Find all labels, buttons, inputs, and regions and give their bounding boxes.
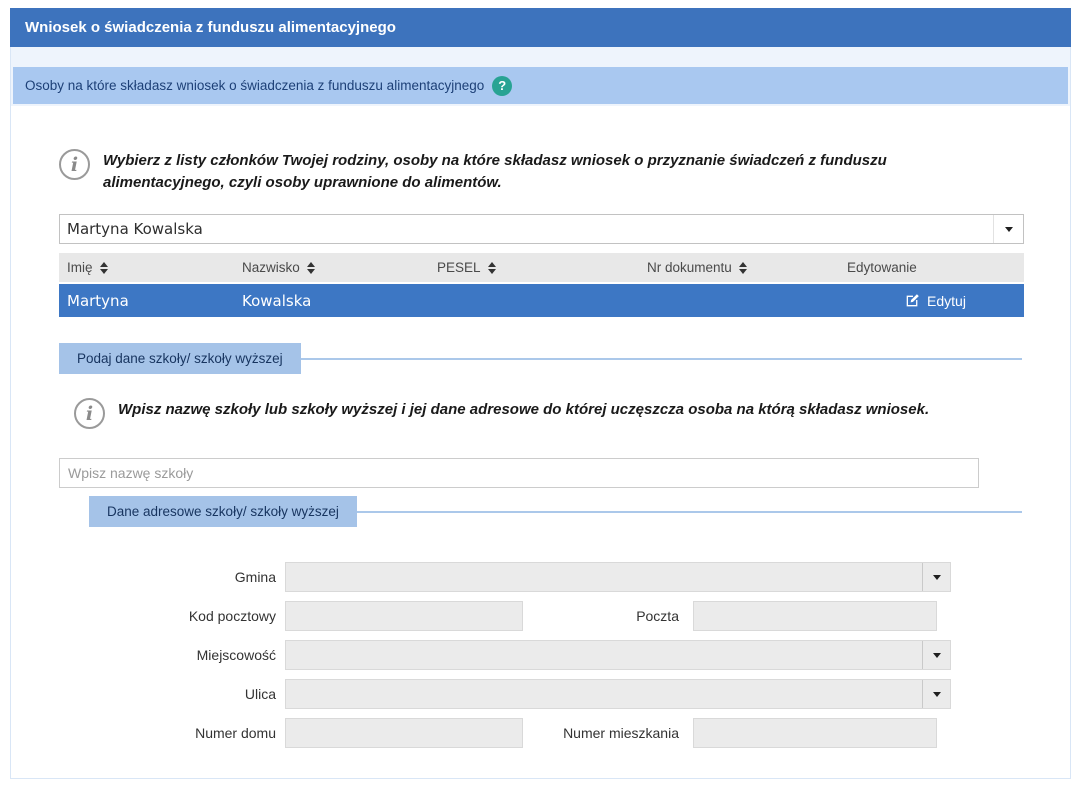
intro-info-text: Wybierz z listy członków Twojej rodziny,… bbox=[103, 149, 975, 194]
edit-button[interactable]: Edytuj bbox=[905, 293, 966, 309]
numer-domu-input[interactable] bbox=[285, 718, 523, 748]
people-table-header: Imię Nazwisko PESEL Nr dokumentu Edytowa… bbox=[59, 253, 1024, 282]
column-header-nr-dokumentu[interactable]: Nr dokumentu bbox=[639, 260, 839, 275]
ulica-select-caret-zone bbox=[922, 680, 950, 708]
column-header-nazwisko[interactable]: Nazwisko bbox=[234, 260, 429, 275]
numer-mieszkania-input[interactable] bbox=[693, 718, 937, 748]
gmina-select[interactable] bbox=[285, 562, 951, 592]
column-header-edytowanie: Edytowanie bbox=[839, 260, 1024, 275]
page-title: Wniosek o świadczenia z funduszu aliment… bbox=[10, 8, 1071, 47]
main-panel: Osoby na które składasz wniosek o świadc… bbox=[10, 47, 1071, 779]
column-header-nazwisko-label: Nazwisko bbox=[242, 260, 300, 275]
poczta-input[interactable] bbox=[693, 601, 937, 631]
cell-nazwisko: Kowalska bbox=[234, 292, 429, 310]
sort-icon bbox=[100, 262, 108, 274]
edit-pencil-icon bbox=[905, 293, 920, 308]
section-header-bar: Osoby na które składasz wniosek o świadc… bbox=[13, 67, 1068, 104]
school-info-text: Wpisz nazwę szkoły lub szkoły wyższej i … bbox=[118, 398, 929, 421]
person-select-caret-zone[interactable] bbox=[993, 215, 1023, 243]
chevron-down-icon bbox=[933, 575, 941, 580]
section-header-label: Osoby na które składasz wniosek o świadc… bbox=[25, 78, 484, 93]
school-info-block: i Wpisz nazwę szkoły lub szkoły wyższej … bbox=[74, 398, 1022, 429]
chevron-down-icon bbox=[933, 653, 941, 658]
section-strip: Osoby na które składasz wniosek o świadc… bbox=[11, 47, 1070, 106]
table-row[interactable]: Martyna Kowalska Edytuj bbox=[59, 284, 1024, 317]
kod-pocztowy-input[interactable] bbox=[285, 601, 523, 631]
column-header-pesel-label: PESEL bbox=[437, 260, 481, 275]
address-section-header-row: Dane adresowe szkoły/ szkoły wyższej bbox=[89, 496, 1022, 527]
cell-edytowanie: Edytuj bbox=[839, 293, 1024, 309]
form-row-ulica: Ulica bbox=[59, 679, 1022, 709]
school-section-header-row: Podaj dane szkoły/ szkoły wyższej bbox=[59, 343, 1022, 374]
form-row-kod-poczta: Kod pocztowy Poczta bbox=[59, 601, 1022, 631]
numer-mieszkania-label: Numer mieszkania bbox=[523, 725, 693, 741]
edit-button-label: Edytuj bbox=[927, 293, 966, 309]
column-header-nr-dokumentu-label: Nr dokumentu bbox=[647, 260, 732, 275]
info-icon: i bbox=[59, 149, 90, 180]
miejscowosc-select-caret-zone bbox=[922, 641, 950, 669]
address-form: Gmina Kod pocztowy Poczta Miejscowość bbox=[59, 562, 1022, 748]
miejscowosc-select[interactable] bbox=[285, 640, 951, 670]
numer-domu-label: Numer domu bbox=[59, 725, 285, 741]
help-icon[interactable]: ? bbox=[492, 76, 512, 96]
column-header-imie-label: Imię bbox=[67, 260, 93, 275]
gmina-label: Gmina bbox=[59, 569, 285, 585]
miejscowosc-label: Miejscowość bbox=[59, 647, 285, 663]
address-section-tab: Dane adresowe szkoły/ szkoły wyższej bbox=[89, 496, 357, 527]
column-header-imie[interactable]: Imię bbox=[59, 260, 234, 275]
cell-imie: Martyna bbox=[59, 292, 234, 310]
kod-pocztowy-label: Kod pocztowy bbox=[59, 608, 285, 624]
form-row-gmina: Gmina bbox=[59, 562, 1022, 592]
person-select-value: Martyna Kowalska bbox=[60, 215, 993, 243]
content-area: i Wybierz z listy członków Twojej rodzin… bbox=[11, 149, 1070, 748]
poczta-label: Poczta bbox=[523, 608, 693, 624]
miejscowosc-select-value bbox=[286, 641, 922, 669]
form-row-numery: Numer domu Numer mieszkania bbox=[59, 718, 1022, 748]
gmina-select-caret-zone bbox=[922, 563, 950, 591]
sort-icon bbox=[307, 262, 315, 274]
ulica-select-value bbox=[286, 680, 922, 708]
people-table: Imię Nazwisko PESEL Nr dokumentu Edytowa… bbox=[59, 253, 1024, 317]
chevron-down-icon bbox=[1005, 227, 1013, 232]
column-header-edytowanie-label: Edytowanie bbox=[847, 260, 917, 275]
school-name-input[interactable] bbox=[59, 458, 979, 488]
section-divider-line bbox=[357, 511, 1022, 513]
person-select[interactable]: Martyna Kowalska bbox=[59, 214, 1024, 244]
page-title-text: Wniosek o świadczenia z funduszu aliment… bbox=[25, 19, 396, 36]
form-row-miejscowosc: Miejscowość bbox=[59, 640, 1022, 670]
intro-info-block: i Wybierz z listy członków Twojej rodzin… bbox=[59, 149, 1022, 194]
gmina-select-value bbox=[286, 563, 922, 591]
sort-icon bbox=[488, 262, 496, 274]
info-icon: i bbox=[74, 398, 105, 429]
sort-icon bbox=[739, 262, 747, 274]
ulica-select[interactable] bbox=[285, 679, 951, 709]
ulica-label: Ulica bbox=[59, 686, 285, 702]
section-divider-line bbox=[301, 358, 1022, 360]
school-section-tab: Podaj dane szkoły/ szkoły wyższej bbox=[59, 343, 301, 374]
chevron-down-icon bbox=[933, 692, 941, 697]
column-header-pesel[interactable]: PESEL bbox=[429, 260, 639, 275]
